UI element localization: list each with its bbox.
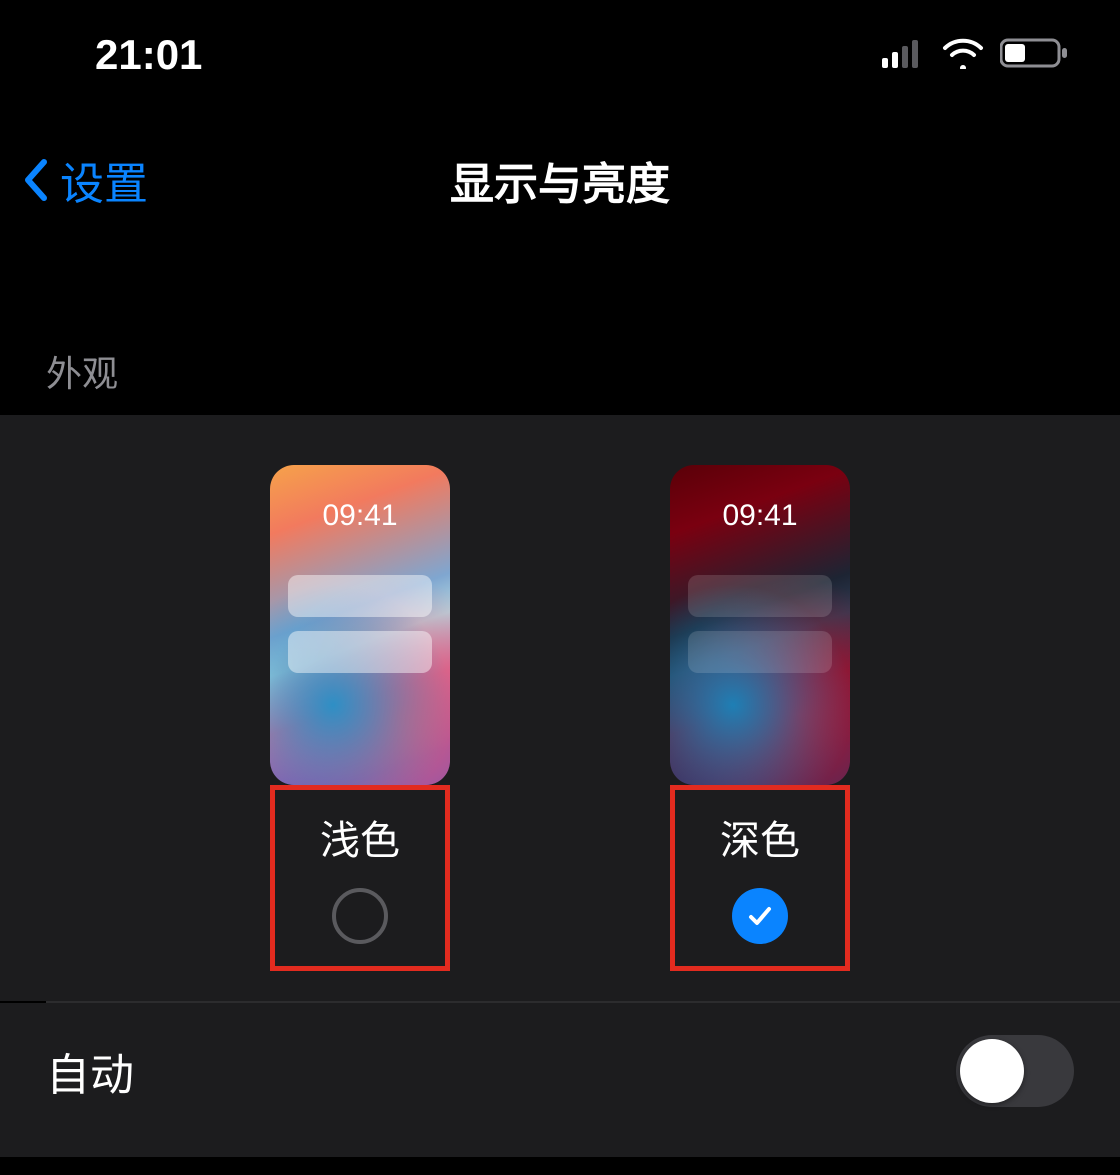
appearance-panel: 09:41 浅色 09:41 深色 <box>0 415 1120 1001</box>
appearance-option-light[interactable]: 09:41 浅色 <box>270 465 450 971</box>
dark-preview: 09:41 <box>670 465 850 785</box>
preview-widgets-dark <box>688 575 832 673</box>
auto-label: 自动 <box>46 1039 134 1103</box>
preview-widget <box>288 631 432 673</box>
battery-icon <box>1000 37 1070 74</box>
dark-label: 深色 <box>720 808 800 866</box>
highlight-box-dark: 深色 <box>670 785 850 971</box>
auto-row: 自动 <box>0 1003 1120 1157</box>
chevron-left-icon <box>20 156 52 204</box>
preview-time-light: 09:41 <box>270 499 450 533</box>
radio-checked-icon[interactable] <box>732 888 788 944</box>
status-time: 21:01 <box>95 31 202 79</box>
preview-widget <box>288 575 432 617</box>
preview-widgets-light <box>288 575 432 673</box>
back-label: 设置 <box>60 148 148 212</box>
status-icons <box>882 37 1070 74</box>
content: 外观 09:41 浅色 09:41 <box>0 250 1120 1157</box>
light-preview: 09:41 <box>270 465 450 785</box>
appearance-option-dark[interactable]: 09:41 深色 <box>670 465 850 971</box>
status-bar: 21:01 <box>0 0 1120 110</box>
wifi-icon <box>940 37 986 74</box>
highlight-box-light: 浅色 <box>270 785 450 971</box>
light-label: 浅色 <box>320 808 400 866</box>
appearance-section-header: 外观 <box>0 250 1120 415</box>
cellular-icon <box>882 38 926 73</box>
preview-time-dark: 09:41 <box>670 499 850 533</box>
preview-widget <box>688 575 832 617</box>
radio-unchecked-icon[interactable] <box>332 888 388 944</box>
back-button[interactable]: 设置 <box>20 148 148 212</box>
preview-widget <box>688 631 832 673</box>
auto-toggle[interactable] <box>956 1035 1074 1107</box>
check-icon <box>745 901 775 931</box>
switch-knob <box>960 1039 1024 1103</box>
page-title: 显示与亮度 <box>0 148 1120 212</box>
nav-bar: 设置 显示与亮度 <box>0 110 1120 250</box>
